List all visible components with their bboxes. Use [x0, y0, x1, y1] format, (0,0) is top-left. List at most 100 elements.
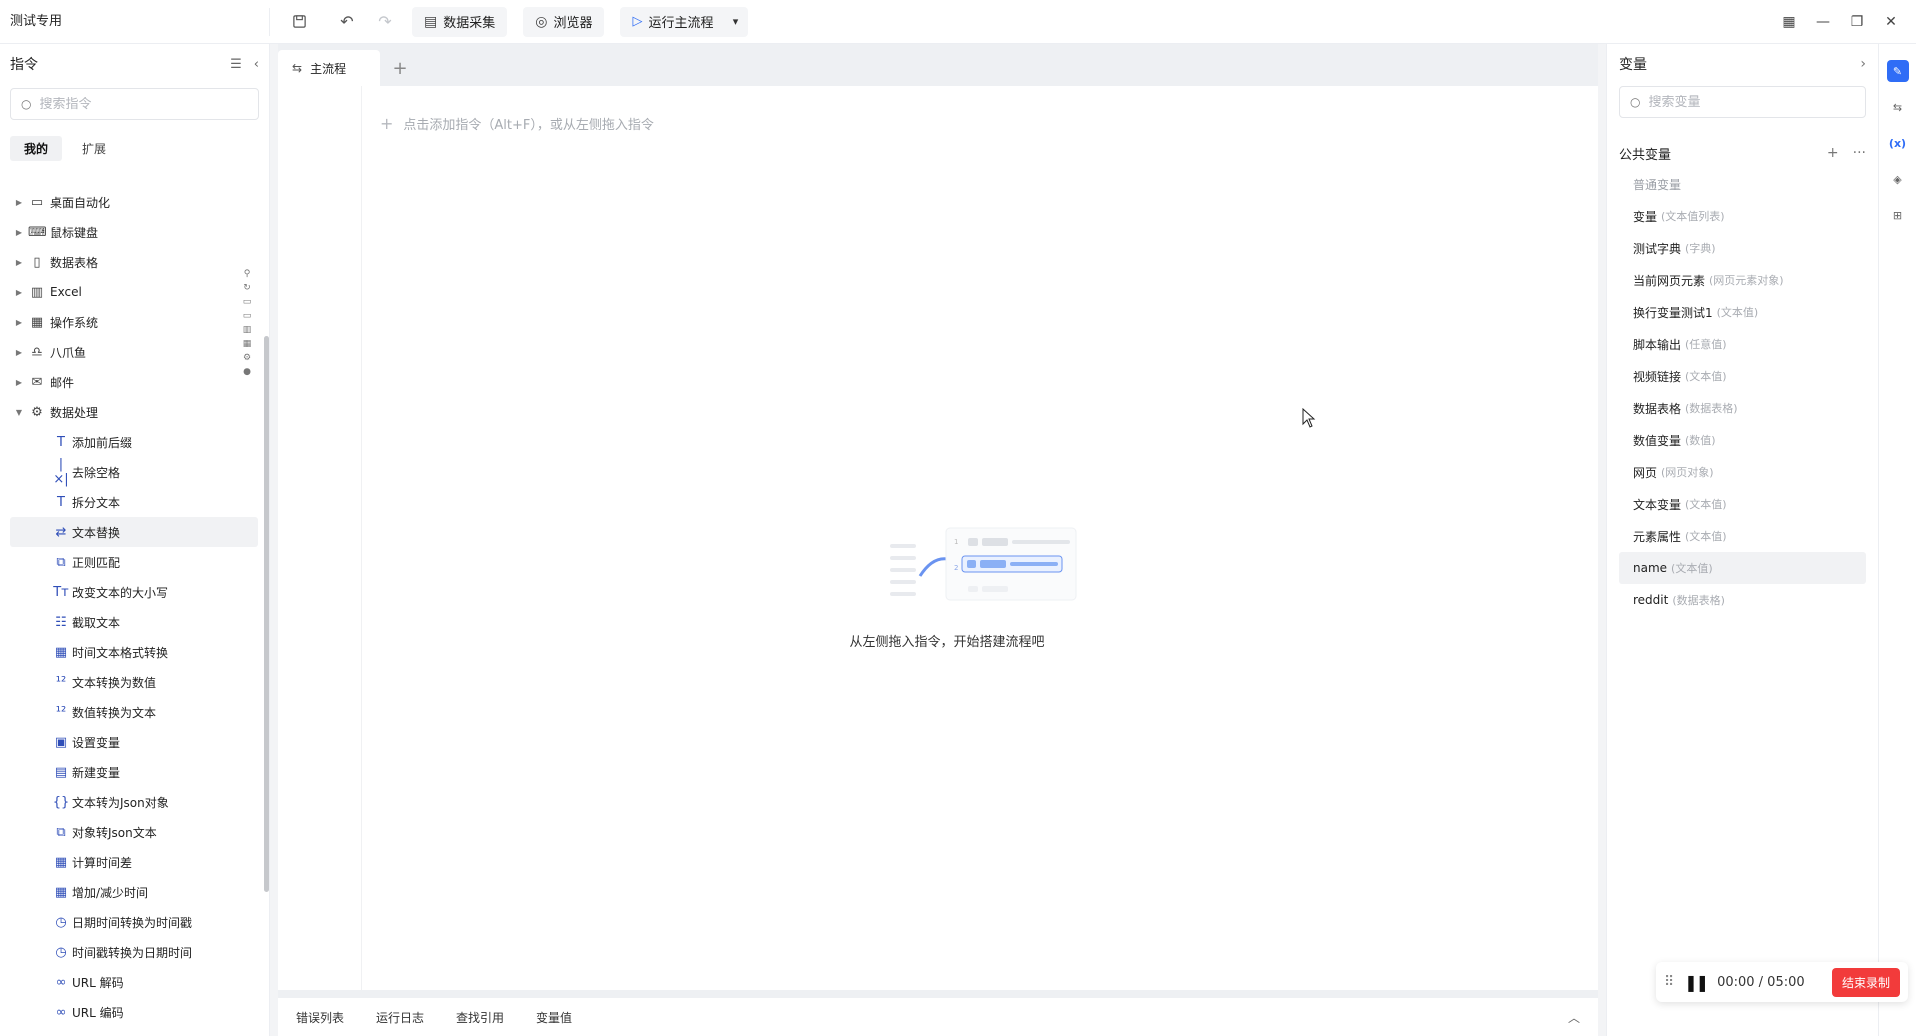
data-collect-button[interactable]: ▤ 数据采集 [412, 6, 508, 37]
variable-item[interactable]: 当前网页元素 (网页元素对象) [1619, 264, 1866, 296]
quick-data-icon[interactable]: ⚙ [243, 353, 251, 363]
variable-item[interactable]: 变量 (文本值列表) [1619, 200, 1866, 232]
minimize-icon[interactable]: — [1806, 7, 1840, 37]
quick-window-icon[interactable]: ▭ [243, 297, 252, 307]
add-variable-icon[interactable]: + [1827, 145, 1839, 161]
tree-category-mail[interactable]: ▶ ✉ 邮件 [10, 367, 258, 397]
tree-item-split[interactable]: T 拆分文本 [10, 487, 258, 517]
flow-canvas[interactable]: + 点击添加指令（Alt+F），或从左侧拖入指令 1 2 从左侧拖入指令，开始搭… [278, 86, 1598, 990]
quick-loop-icon[interactable]: ↻ [243, 283, 251, 293]
flow-list-icon[interactable]: ⇆ [1887, 96, 1909, 118]
variable-item[interactable]: 元素属性 (文本值) [1619, 520, 1866, 552]
tab-main-flow[interactable]: ⇆ 主流程 [278, 50, 380, 86]
redo-icon[interactable]: ↷ [368, 7, 402, 37]
tree-category-octopus[interactable]: ▶ ♎ 八爪鱼 [10, 337, 258, 367]
screen-recorder: ⠿ ❚❚ 00:00 / 05:00 结束录制 [1656, 962, 1908, 1002]
add-instruction-hint[interactable]: + 点击添加指令（Alt+F），或从左侧拖入指令 [380, 114, 654, 133]
substring-icon: ☷ [55, 614, 67, 630]
variables-icon[interactable]: (x) [1887, 132, 1909, 154]
tree-category-data-process[interactable]: ▼ ⚙ 数据处理 [10, 397, 258, 427]
run-main-action[interactable]: ▷ 运行主流程 [620, 12, 723, 31]
pause-icon[interactable]: ❚❚ [1684, 973, 1709, 992]
tree-item-time-diff[interactable]: ▦ 计算时间差 [10, 847, 258, 877]
sort-icon[interactable]: ☰ [230, 57, 242, 72]
tree-item-case[interactable]: Tт 改变文本的大小写 [10, 577, 258, 607]
tree-category-desktop[interactable]: ▶ ▭ 桌面自动化 [10, 187, 258, 217]
tree-item-label: 改变文本的大小写 [72, 585, 169, 600]
tree-item-text-to-number[interactable]: ¹² 文本转换为数值 [10, 667, 258, 697]
tree-item-add-prefix[interactable]: T 添加前后缀 [10, 427, 258, 457]
tree-item-substring[interactable]: ☷ 截取文本 [10, 607, 258, 637]
add-tab-icon[interactable]: + [380, 50, 420, 86]
collapse-left-icon[interactable]: ‹ [254, 57, 259, 72]
variable-item[interactable]: 脚本输出 (任意值) [1619, 328, 1866, 360]
tree-item-label: 文本转为Json对象 [72, 795, 169, 810]
variable-item[interactable]: 数值变量 (数值) [1619, 424, 1866, 456]
browser-button[interactable]: ◎ 浏览器 [523, 6, 605, 37]
close-icon[interactable]: ✕ [1874, 7, 1908, 37]
tree-item-add-time[interactable]: ▦ 增加/减少时间 [10, 877, 258, 907]
tab-error-list[interactable]: 错误列表 [296, 1009, 344, 1026]
chevron-up-icon[interactable]: ︿ [1568, 1009, 1580, 1026]
instruction-search-input[interactable] [39, 96, 240, 112]
quick-more-icon[interactable]: ● [243, 367, 251, 377]
instruction-scrollbar[interactable] [264, 336, 269, 892]
restore-icon[interactable]: ❐ [1840, 7, 1874, 37]
save-icon[interactable] [282, 7, 316, 37]
drag-handle-icon[interactable]: ⠿ [1664, 974, 1674, 990]
tab-variable-values[interactable]: 变量值 [536, 1009, 572, 1026]
tab-run-log[interactable]: 运行日志 [376, 1009, 424, 1026]
undo-icon[interactable]: ↶ [330, 7, 364, 37]
quick-desktop-icon[interactable]: ⚲ [244, 269, 251, 279]
chevron-right-icon[interactable]: › [1860, 56, 1866, 72]
variable-search-input[interactable] [1648, 94, 1849, 110]
quick-monitor-icon[interactable]: ▭ [243, 311, 252, 321]
variable-item[interactable]: 文本变量 (文本值) [1619, 488, 1866, 520]
tree-category-excel[interactable]: ▶ ▥ Excel [10, 277, 258, 307]
tree-item-set-variable[interactable]: ▣ 设置变量 [10, 727, 258, 757]
tree-item-date-to-timestamp[interactable]: ◷ 日期时间转换为时间戳 [10, 907, 258, 937]
variables-panel-title: 变量 [1619, 57, 1647, 73]
tree-item-trim[interactable]: |×| 去除空格 [10, 457, 258, 487]
tree-item-replace[interactable]: ⇄ 文本替换 [10, 517, 258, 547]
stop-recording-button[interactable]: 结束录制 [1831, 967, 1900, 997]
mouse-cursor-icon [1302, 408, 1316, 428]
variable-item[interactable]: name (文本值) [1619, 552, 1866, 584]
tree-item-regex[interactable]: ⧉ 正则匹配 [10, 547, 258, 577]
tree-item-number-to-text[interactable]: ¹² 数值转换为文本 [10, 697, 258, 727]
quick-grid-icon[interactable]: ▦ [243, 339, 252, 349]
link-icon: ∞ [55, 974, 67, 990]
tab-extension[interactable]: 扩展 [68, 136, 120, 161]
layout-grid-icon[interactable]: ▦ [1772, 7, 1806, 37]
tree-item-text-to-json[interactable]: {} 文本转为Json对象 [10, 787, 258, 817]
variable-item[interactable]: reddit (数据表格) [1619, 584, 1866, 616]
tree-item-label: 增加/减少时间 [72, 885, 149, 900]
tree-item-object-to-json[interactable]: ⧉ 对象转Json文本 [10, 817, 258, 847]
run-main-button[interactable]: ▷ 运行主流程 ▾ [620, 6, 748, 37]
layers-icon[interactable]: ◈ [1887, 168, 1909, 190]
tree-item-time-format[interactable]: ▦ 时间文本格式转换 [10, 637, 258, 667]
tree-item-timestamp-to-date[interactable]: ◷ 时间戳转换为日期时间 [10, 937, 258, 967]
variable-type: (文本值) [1685, 370, 1727, 383]
variable-item[interactable]: 数据表格 (数据表格) [1619, 392, 1866, 424]
tree-item-url-encode[interactable]: ∞ URL 编码 [10, 997, 258, 1027]
tree-category-datatable[interactable]: ▶ ▯ 数据表格 [10, 247, 258, 277]
tree-category-keyboard[interactable]: ▶ ⌨ 鼠标键盘 [10, 217, 258, 247]
variable-item[interactable]: 网页 (网页对象) [1619, 456, 1866, 488]
quick-excel-icon[interactable]: ▥ [243, 325, 252, 335]
more-icon[interactable]: ··· [1853, 145, 1866, 161]
tab-mine[interactable]: 我的 [10, 136, 63, 161]
tree-category-os[interactable]: ▶ ▦ 操作系统 [10, 307, 258, 337]
components-icon[interactable]: ⊞ [1887, 204, 1909, 226]
caret-right-icon: ▶ [15, 317, 23, 327]
ai-assistant-icon[interactable]: ✎ [1886, 60, 1909, 82]
variable-type: (网页元素对象) [1709, 274, 1784, 287]
tree-item-url-decode[interactable]: ∞ URL 解码 [10, 967, 258, 997]
set-variable-icon: ▣ [54, 734, 68, 750]
tree-item-new-variable[interactable]: ▤ 新建变量 [10, 757, 258, 787]
chevron-down-icon[interactable]: ▾ [724, 15, 748, 28]
tab-find-references[interactable]: 查找引用 [456, 1009, 504, 1026]
variable-item[interactable]: 视频链接 (文本值) [1619, 360, 1866, 392]
variable-item[interactable]: 测试字典 (字典) [1619, 232, 1866, 264]
variable-item[interactable]: 换行变量测试1 (文本值) [1619, 296, 1866, 328]
